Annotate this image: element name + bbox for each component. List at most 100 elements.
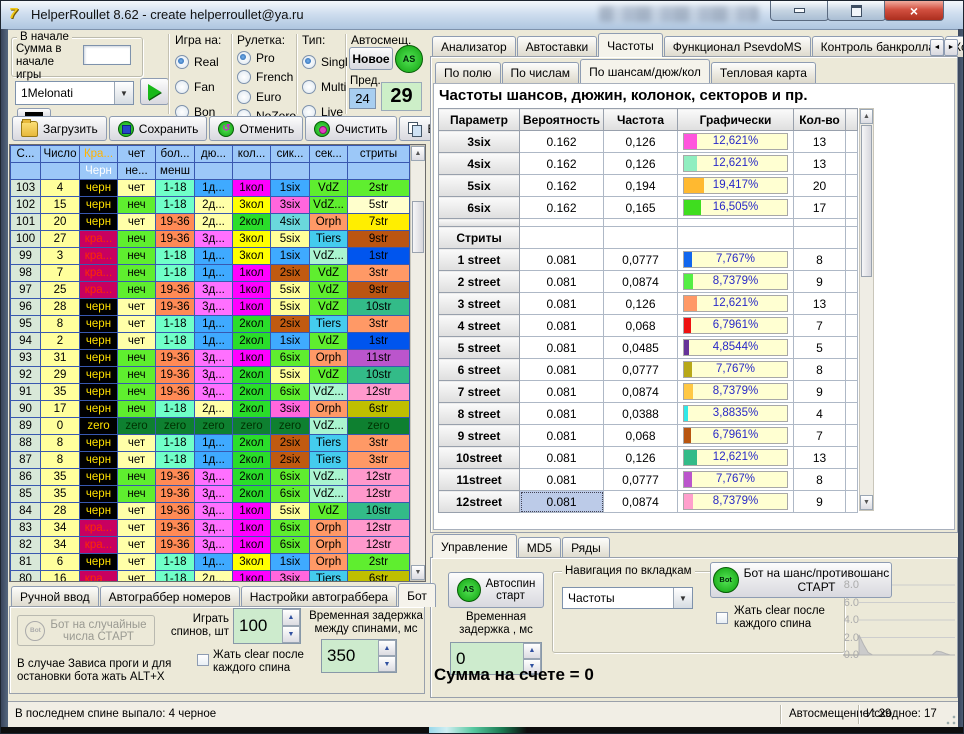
freq-graph-cell[interactable]: 12,621% — [678, 447, 794, 469]
freq-param-cell[interactable]: 2 street — [439, 271, 520, 293]
freq-param-cell[interactable]: 8 street — [439, 403, 520, 425]
freq-freq-cell[interactable]: 0,0485 — [604, 337, 678, 359]
freq-prob-cell[interactable]: 0.081 — [520, 491, 604, 513]
minimize-button[interactable] — [770, 1, 829, 21]
spins-header-cell[interactable] — [233, 163, 271, 180]
radio-roulette-euro[interactable]: Euro — [237, 90, 295, 104]
freq-count-cell[interactable]: 7 — [794, 425, 846, 447]
step-down-icon[interactable]: ▼ — [282, 626, 300, 643]
spins-header-cell[interactable]: Число — [41, 146, 80, 163]
freq-prob-cell[interactable]: 0.162 — [520, 197, 604, 219]
freq-param-cell[interactable] — [439, 219, 520, 227]
freq-freq-cell[interactable]: 0,068 — [604, 315, 678, 337]
freq-prob-cell[interactable]: 0.081 — [520, 403, 604, 425]
spins-header-cell[interactable] — [11, 163, 41, 180]
freq-count-cell[interactable]: 8 — [794, 249, 846, 271]
freq-param-cell[interactable]: 1 street — [439, 249, 520, 271]
tab-2[interactable]: Частоты — [598, 33, 663, 57]
step-up-icon[interactable]: ▲ — [523, 643, 541, 659]
freq-count-cell[interactable]: 13 — [794, 447, 846, 469]
freq-graph-cell[interactable]: 7,767% — [678, 249, 794, 271]
freq-freq-cell[interactable]: 0,0388 — [604, 403, 678, 425]
clear-after-spin-checkbox-2[interactable] — [716, 612, 728, 624]
chevron-down-icon[interactable]: ▼ — [673, 588, 692, 608]
freq-freq-cell[interactable]: 0,0874 — [604, 271, 678, 293]
freq-param-cell[interactable]: 3 street — [439, 293, 520, 315]
freq-param-cell[interactable]: 6 street — [439, 359, 520, 381]
freq-prob-cell[interactable]: 0.081 — [520, 447, 604, 469]
toolbar-button-0[interactable]: Загрузить — [12, 116, 107, 141]
scroll-up-icon[interactable]: ▲ — [411, 146, 425, 161]
freq-count-cell[interactable]: 17 — [794, 197, 846, 219]
freq-count-cell[interactable]: 8 — [794, 359, 846, 381]
freq-graph-cell[interactable]: 8,7379% — [678, 381, 794, 403]
radio-roulette-french[interactable]: French — [237, 70, 295, 84]
start-sum-input[interactable] — [83, 45, 131, 65]
spins-header-cell[interactable] — [348, 163, 410, 180]
spins-header-cell[interactable]: кол... — [233, 146, 271, 163]
bottom-left-tab-3[interactable]: Бот — [398, 583, 436, 607]
radio-game-on-fan[interactable]: Fan — [175, 80, 229, 94]
freq-freq-cell[interactable]: 0,194 — [604, 175, 678, 197]
spins-header-cell[interactable]: Черн — [80, 163, 118, 180]
spins-header-cell[interactable] — [195, 163, 233, 180]
freq-freq-cell[interactable]: 0,126 — [604, 153, 678, 175]
chance-bot-start-button[interactable]: Bot Бот на шанс/противошансСТАРТ — [710, 562, 892, 598]
freq-count-cell[interactable]: 13 — [794, 131, 846, 153]
freq-graph-cell[interactable]: 4,8544% — [678, 337, 794, 359]
freq-graph-cell[interactable]: 7,767% — [678, 469, 794, 491]
scroll-down-icon[interactable]: ▼ — [411, 565, 425, 580]
radio-roulette-pro[interactable]: Pro — [237, 51, 295, 65]
spins-header-cell[interactable] — [271, 163, 310, 180]
freq-graph-cell[interactable]: 6,7961% — [678, 315, 794, 337]
freq-count-cell[interactable]: 9 — [794, 491, 846, 513]
toolbar-button-3[interactable]: Очистить — [305, 116, 396, 141]
scrollbar-thumb[interactable] — [861, 125, 872, 277]
profile-combobox[interactable]: 1Melonati ▼ — [15, 81, 134, 105]
spins-header-cell[interactable]: не... — [118, 163, 156, 180]
step-up-icon[interactable]: ▲ — [282, 609, 300, 626]
freq-graph-cell[interactable]: 7,767% — [678, 359, 794, 381]
bottom-left-tab-0[interactable]: Ручной ввод — [11, 586, 99, 607]
scroll-down-icon[interactable]: ▼ — [860, 495, 873, 510]
bottom-left-tab-1[interactable]: Автограббер номеров — [100, 586, 240, 607]
resize-grip[interactable] — [946, 715, 956, 725]
freq-prob-cell[interactable]: 0.081 — [520, 315, 604, 337]
freq-freq-cell[interactable]: 0,0874 — [604, 491, 678, 513]
scrollbar-thumb[interactable] — [412, 201, 424, 253]
freq-param-cell[interactable]: 5 street — [439, 337, 520, 359]
freq-prob-cell[interactable]: 0.081 — [520, 293, 604, 315]
spins-header-cell[interactable] — [41, 163, 80, 180]
freq-prob-cell[interactable]: 0.081 — [520, 359, 604, 381]
sub-tab-0[interactable]: По полю — [435, 62, 501, 83]
freq-graph-cell[interactable]: 8,7379% — [678, 491, 794, 513]
spins-header-cell[interactable]: сик... — [271, 146, 310, 163]
control-tab-0[interactable]: Управление — [432, 534, 517, 558]
tab-4[interactable]: Контроль банкролла — [812, 36, 944, 57]
freq-param-cell[interactable]: 11street — [439, 469, 520, 491]
freq-freq-cell[interactable]: 0,0777 — [604, 249, 678, 271]
spins-header-cell[interactable]: менш — [156, 163, 195, 180]
freq-param-cell[interactable]: 3six — [439, 131, 520, 153]
freq-prob-cell[interactable]: 0.081 — [520, 381, 604, 403]
freq-freq-cell[interactable]: 0,165 — [604, 197, 678, 219]
freq-freq-cell[interactable]: 0,126 — [604, 131, 678, 153]
bottom-left-tab-2[interactable]: Настройки автограббера — [241, 586, 397, 607]
spins-scrollbar[interactable]: ▲ ▼ — [410, 145, 426, 581]
freq-prob-cell[interactable]: 0.081 — [520, 469, 604, 491]
radio-game-on-real[interactable]: Real — [175, 55, 229, 69]
freq-param-cell[interactable]: 4six — [439, 153, 520, 175]
freq-header-cell[interactable]: Частота — [604, 109, 678, 131]
sub-tab-2[interactable]: По шансам/дюж/кол — [580, 59, 710, 83]
sub-tab-1[interactable]: По числам — [502, 62, 580, 83]
freq-param-cell[interactable]: 12street — [439, 491, 520, 513]
close-button[interactable]: × — [884, 1, 944, 21]
freq-prob-cell[interactable]: 0.081 — [520, 249, 604, 271]
spins-header-cell[interactable]: бол... — [156, 146, 195, 163]
new-button[interactable]: Новое — [349, 47, 393, 70]
spins-header-cell[interactable]: стриты — [348, 146, 410, 163]
freq-scrollbar[interactable]: ▲ ▼ — [859, 108, 874, 511]
freq-header-cell[interactable]: Графически — [678, 109, 794, 131]
spins-header-cell[interactable]: дю... — [195, 146, 233, 163]
freq-count-cell[interactable]: 4 — [794, 403, 846, 425]
